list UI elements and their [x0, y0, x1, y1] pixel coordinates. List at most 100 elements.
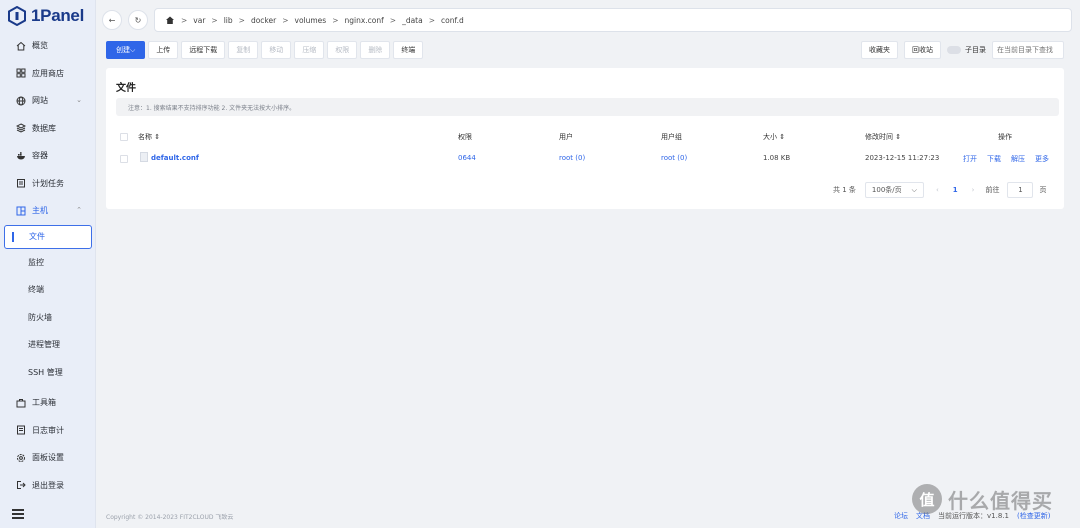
- refresh-button[interactable]: ↻: [128, 10, 148, 30]
- watermark-badge: 值: [912, 484, 942, 514]
- recycle-bin-button[interactable]: 回收站: [904, 41, 941, 59]
- file-icon: [140, 152, 148, 162]
- sidebar-item-terminal[interactable]: 终端: [0, 276, 96, 304]
- logo-icon: [8, 6, 26, 26]
- globe-icon: [16, 96, 26, 106]
- back-button[interactable]: ←: [102, 10, 122, 30]
- favorites-button[interactable]: 收藏夹: [861, 41, 898, 59]
- breadcrumb-item[interactable]: conf.d: [441, 16, 464, 25]
- breadcrumb-item[interactable]: volumes: [295, 16, 327, 25]
- sidebar-item-label: SSH 管理: [28, 367, 63, 377]
- sidebar-item-toolbox[interactable]: 工具箱: [0, 389, 96, 417]
- terminal-button[interactable]: 终端: [393, 41, 424, 59]
- total-count: 共 1 条: [833, 186, 856, 194]
- sidebar-item-database[interactable]: 数据库: [0, 115, 96, 143]
- column-header-size[interactable]: 大小 ⇕: [763, 132, 785, 142]
- chevron-up-icon: ⌃: [76, 206, 82, 214]
- search-input[interactable]: [992, 41, 1064, 59]
- sidebar-item-label: 计划任务: [32, 178, 64, 188]
- home-icon[interactable]: [165, 15, 175, 25]
- sidebar-item-label: 数据库: [32, 123, 56, 133]
- sidebar-item-host[interactable]: 主机 ⌃: [0, 197, 96, 225]
- sidebar-item-process[interactable]: 进程管理: [0, 331, 96, 359]
- row-checkbox[interactable]: [120, 155, 128, 163]
- database-icon: [16, 123, 26, 133]
- watermark-text: 什么值得买: [948, 488, 1053, 513]
- app-logo[interactable]: 1Panel: [8, 5, 84, 27]
- copyright-text: Copyright © 2014-2023 FIT2CLOUD 飞致云: [106, 514, 234, 521]
- sidebar-menu: 概览 应用商店 网站 ⌄ 数据库 容器 计划任务 主机 ⌃ 文件 监控 终端 防…: [0, 32, 96, 499]
- sort-icon: ⇕: [154, 133, 161, 141]
- sidebar-item-settings[interactable]: 面板设置: [0, 444, 96, 472]
- sidebar-item-label: 退出登录: [32, 480, 64, 490]
- toggle-switch[interactable]: [947, 46, 961, 54]
- sort-icon: ⇕: [779, 133, 786, 141]
- sidebar-item-files[interactable]: 文件: [4, 224, 92, 249]
- sidebar-item-overview[interactable]: 概览: [0, 32, 96, 60]
- more-action[interactable]: 更多: [1035, 154, 1049, 164]
- move-button[interactable]: 移动: [261, 41, 292, 59]
- sort-icon: ⇕: [895, 133, 902, 141]
- next-page-button[interactable]: ›: [972, 186, 975, 194]
- extract-action[interactable]: 解压: [1011, 154, 1025, 164]
- column-header-group: 用户组: [661, 133, 682, 141]
- select-all-checkbox[interactable]: [120, 133, 128, 141]
- refresh-icon: ↻: [134, 15, 142, 25]
- sidebar-item-app-store[interactable]: 应用商店: [0, 60, 96, 88]
- compress-button[interactable]: 压缩: [294, 41, 325, 59]
- sidebar-item-ssh[interactable]: SSH 管理: [0, 359, 96, 387]
- sidebar-item-label: 日志审计: [32, 425, 64, 435]
- breadcrumb-item[interactable]: docker: [251, 16, 276, 25]
- sidebar-item-logout[interactable]: 退出登录: [0, 472, 96, 500]
- sidebar-item-container[interactable]: 容器: [0, 142, 96, 170]
- column-header-name[interactable]: 名称 ⇕: [138, 132, 160, 142]
- sidebar-item-website[interactable]: 网站 ⌄: [0, 87, 96, 115]
- sidebar-item-label: 主机: [32, 206, 48, 216]
- remote-download-button[interactable]: 远程下载: [181, 41, 226, 59]
- column-header-modified[interactable]: 修改时间 ⇕: [865, 132, 901, 142]
- sidebar-item-label: 进程管理: [28, 340, 60, 350]
- app-name: 1Panel: [31, 6, 85, 25]
- forum-link[interactable]: 论坛: [894, 511, 908, 521]
- open-action[interactable]: 打开: [963, 154, 977, 164]
- prev-page-button[interactable]: ‹: [936, 186, 939, 194]
- watermark: 值 什么值得买: [912, 484, 1053, 514]
- breadcrumb-item[interactable]: _data: [402, 16, 423, 25]
- sidebar-item-logs[interactable]: 日志审计: [0, 417, 96, 445]
- breadcrumb-item[interactable]: lib: [224, 16, 233, 25]
- page-size-select[interactable]: 100条/页 ⌵: [864, 182, 924, 198]
- sidebar-item-label: 终端: [28, 285, 44, 295]
- file-group-link[interactable]: root (0): [661, 154, 687, 162]
- goto-page-input[interactable]: 1: [1007, 182, 1034, 198]
- page-number-current[interactable]: 1: [953, 186, 958, 194]
- file-user-link[interactable]: root (0): [559, 154, 585, 162]
- permission-button[interactable]: 权限: [327, 41, 358, 59]
- sidebar-item-label: 容器: [32, 151, 48, 161]
- page-title: 文件: [116, 83, 136, 94]
- copy-button[interactable]: 复制: [228, 41, 259, 59]
- calendar-icon: [16, 178, 26, 188]
- file-permission-link[interactable]: 0644: [458, 154, 476, 162]
- sidebar-item-firewall[interactable]: 防火墙: [0, 304, 96, 332]
- breadcrumb-item[interactable]: var: [193, 16, 205, 25]
- file-name-link[interactable]: default.conf: [151, 154, 199, 162]
- sidebar-item-monitor[interactable]: 监控: [0, 249, 96, 277]
- file-toolbar: 创建 ⌵ 上传 远程下载 复制 移动 压缩 权限 删除 终端 收藏夹 回收站 子目…: [106, 41, 1064, 59]
- sidebar: 1Panel 概览 应用商店 网站 ⌄ 数据库 容器 计划任务 主机 ⌃ 文件 …: [0, 0, 96, 528]
- chevron-down-icon: ⌄: [76, 96, 82, 104]
- arrow-left-icon: ←: [108, 15, 116, 25]
- column-header-permission: 权限: [458, 133, 472, 141]
- breadcrumb: > var > lib > docker > volumes > nginx.conf >…: [154, 8, 1072, 32]
- sidebar-item-label: 文件: [29, 232, 45, 241]
- delete-button[interactable]: 删除: [360, 41, 391, 59]
- collapse-menu-button[interactable]: [12, 509, 24, 521]
- notice-banner: 注意：1. 搜索结果不支持排序功能 2. 文件夹无法按大小排序。: [116, 98, 1059, 116]
- upload-button[interactable]: 上传: [148, 41, 179, 59]
- download-action[interactable]: 下载: [987, 154, 1001, 164]
- breadcrumb-item[interactable]: nginx.conf: [345, 16, 384, 25]
- subdir-toggle[interactable]: 子目录: [947, 45, 986, 55]
- chevron-down-icon: ⌵: [130, 45, 136, 54]
- sidebar-item-cron[interactable]: 计划任务: [0, 170, 96, 198]
- create-button[interactable]: 创建 ⌵: [106, 41, 146, 59]
- column-header-user: 用户: [559, 133, 573, 141]
